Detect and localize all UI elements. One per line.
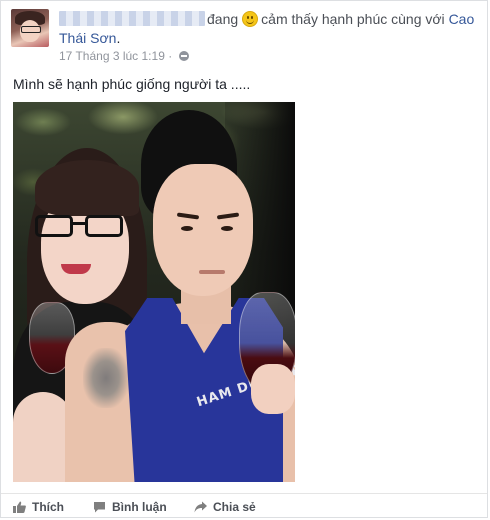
author-avatar[interactable]: [11, 9, 49, 47]
comment-button[interactable]: Bình luận: [93, 500, 167, 514]
post-header: đang cảm thấy hạnh phúc cùng với Cao Thái…: [11, 9, 477, 65]
post-actions-bar: Thích Bình luận Chia sẻ: [1, 493, 487, 520]
headline-period: .: [116, 30, 121, 46]
man-left-eye: [181, 226, 193, 231]
meta-separator: ·: [164, 49, 176, 63]
smiley-icon: [242, 11, 259, 27]
feeling-text: cảm thấy hạnh phúc cùng với: [261, 11, 445, 27]
share-arrow-icon: [194, 501, 207, 513]
glasses-left-lens: [35, 215, 73, 237]
woman-bangs: [35, 160, 139, 216]
post-message: Mình sẽ hạnh phúc giống người ta .....: [13, 76, 251, 92]
comment-label: Bình luận: [112, 500, 167, 514]
man-mouth: [199, 270, 225, 274]
share-button[interactable]: Chia sẻ: [194, 500, 256, 514]
man-right-eye: [221, 226, 233, 231]
like-label: Thích: [32, 500, 64, 514]
thumbs-up-icon: [13, 501, 26, 513]
woman-glasses: [35, 215, 131, 239]
share-label: Chia sẻ: [213, 500, 256, 514]
status-verb: đang: [207, 11, 239, 27]
post-meta: 17 Tháng 3 lúc 1:19 ·: [59, 49, 189, 63]
glasses-bridge: [73, 222, 85, 225]
like-button[interactable]: Thích: [13, 500, 64, 514]
post-card: đang cảm thấy hạnh phúc cùng với Cao Thái…: [0, 0, 488, 518]
hand-holding-glass: [251, 364, 295, 414]
comment-icon: [94, 502, 105, 513]
glasses-right-lens: [85, 215, 123, 237]
post-headline: đang cảm thấy hạnh phúc cùng với Cao Thái…: [59, 10, 479, 48]
globe-icon[interactable]: [178, 51, 189, 61]
author-name-blurred[interactable]: [59, 11, 205, 26]
arm-tattoo: [83, 348, 129, 408]
avatar-glasses: [21, 26, 41, 33]
post-photo[interactable]: HAM DUDIE RHNN: [13, 102, 295, 482]
post-timestamp[interactable]: 17 Tháng 3 lúc 1:19: [59, 49, 165, 63]
man-face: [153, 164, 253, 296]
woman-arm: [13, 392, 73, 482]
